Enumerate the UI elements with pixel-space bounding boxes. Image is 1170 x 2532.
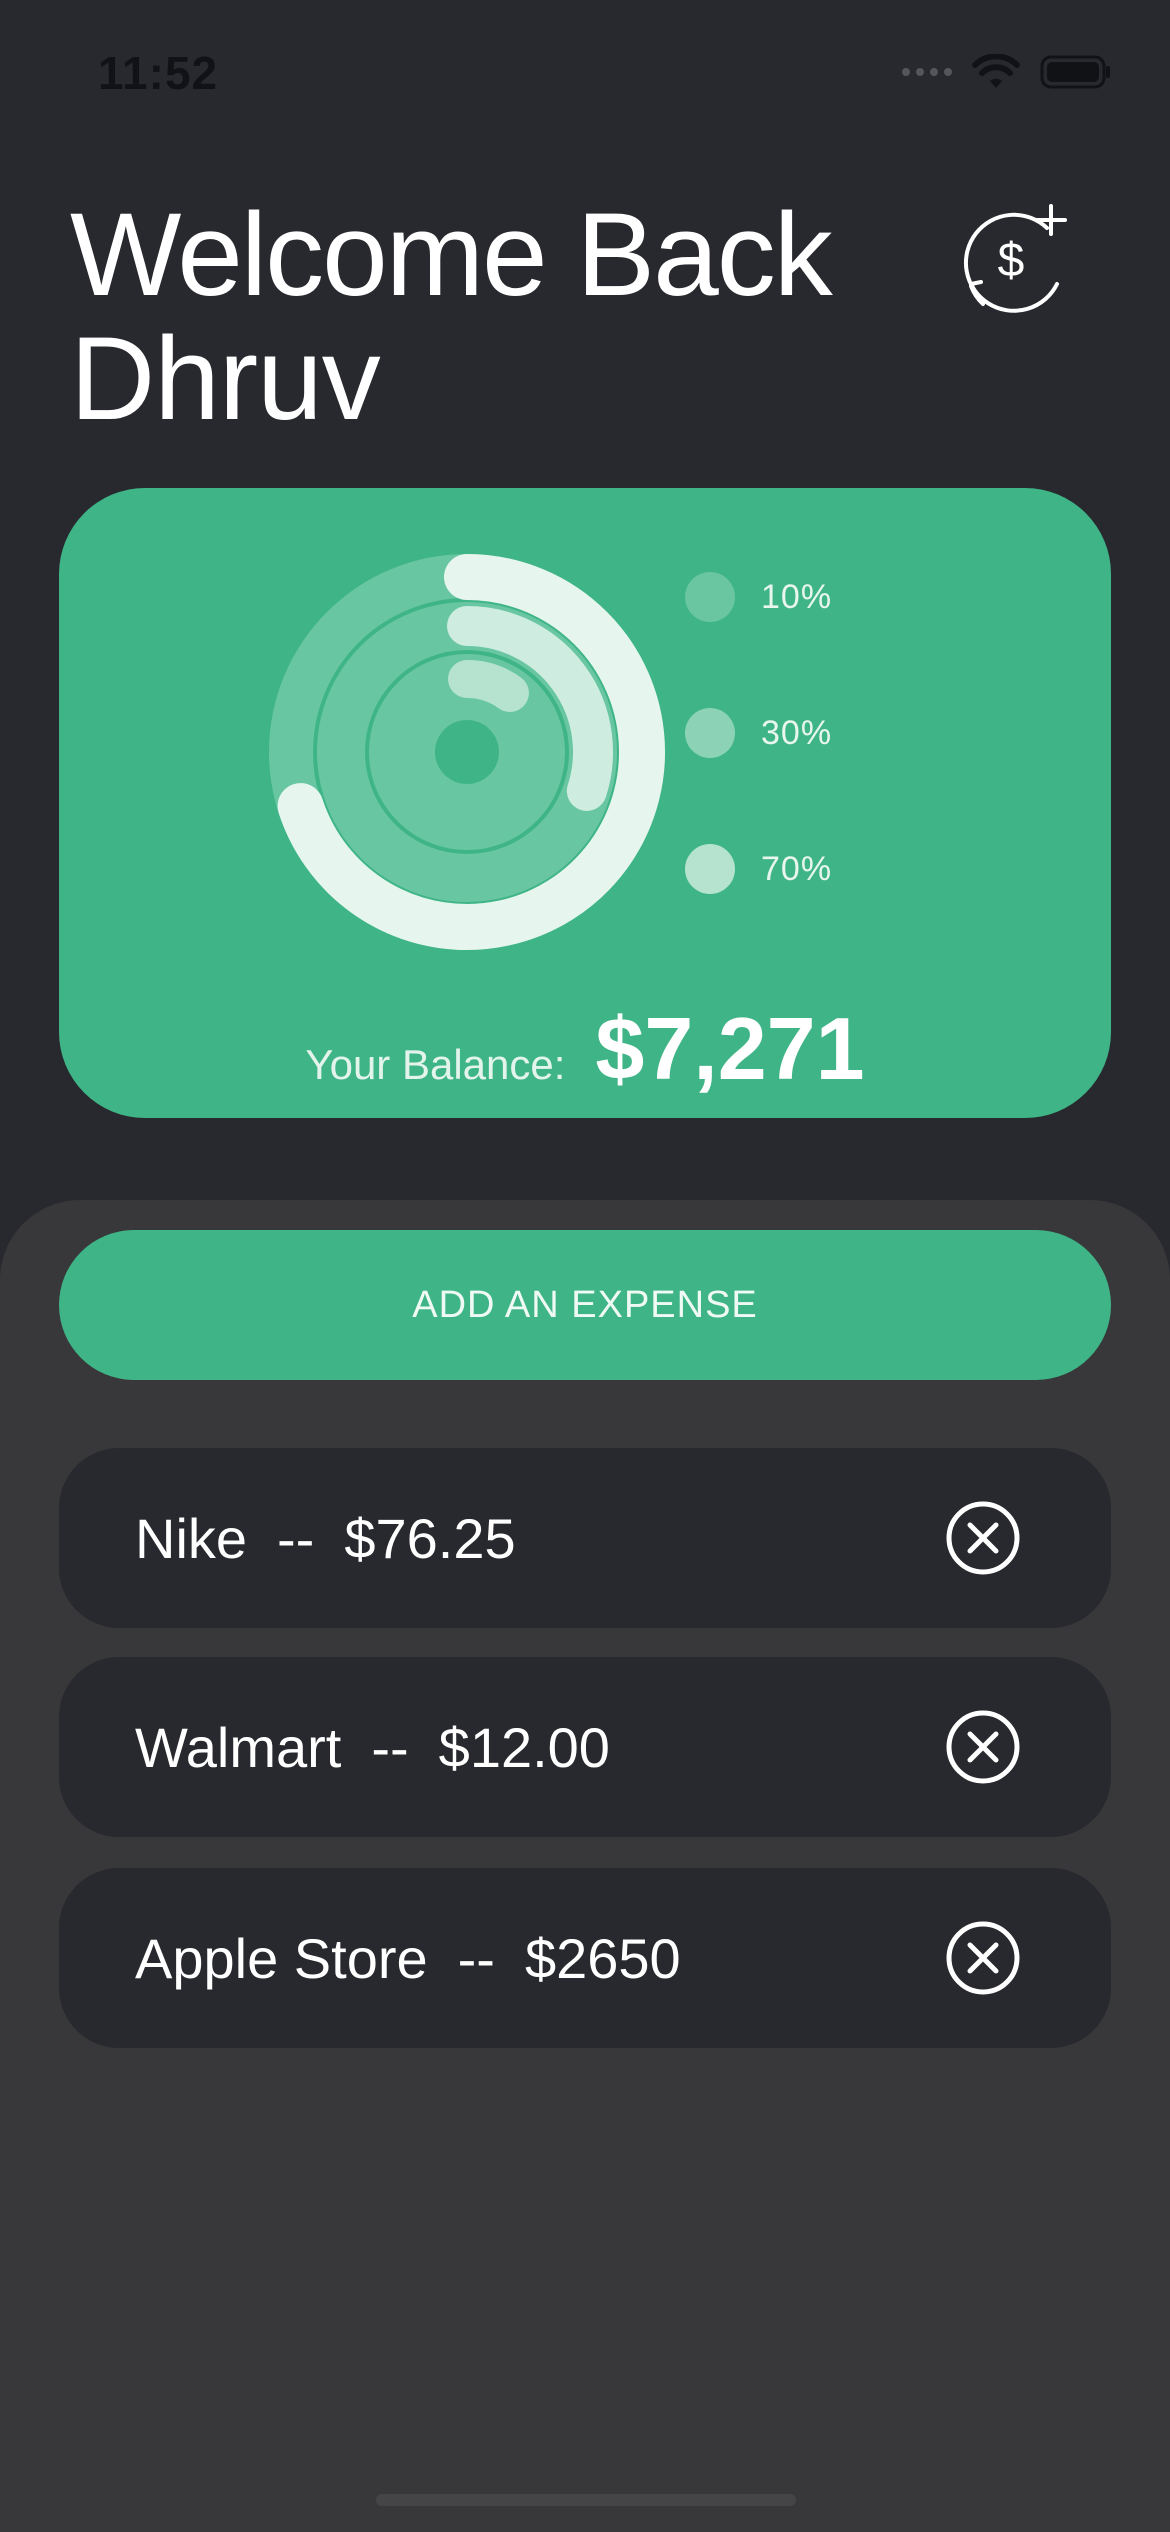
legend-dot bbox=[685, 844, 735, 894]
cellular-signal-icon bbox=[902, 68, 952, 76]
home-indicator[interactable] bbox=[376, 2494, 796, 2506]
legend-item-30: 30% bbox=[685, 708, 832, 758]
expense-name: Apple Store bbox=[135, 1926, 428, 1990]
remove-expense-button[interactable] bbox=[945, 1920, 1021, 1996]
expense-amount: $76.25 bbox=[344, 1506, 516, 1570]
legend-item-10: 10% bbox=[685, 572, 832, 622]
expense-name: Nike bbox=[135, 1506, 248, 1570]
ring-10-arc bbox=[448, 660, 529, 712]
expense-separator: -- bbox=[277, 1506, 315, 1570]
status-time: 11:52 bbox=[98, 47, 219, 99]
remove-expense-button[interactable] bbox=[945, 1709, 1021, 1785]
battery-icon bbox=[1040, 55, 1110, 89]
balance-label: Your Balance: bbox=[305, 1041, 566, 1088]
app-screen: 11:52 Welcome Back Dhruv $ 10% 30% 70% Y… bbox=[0, 0, 1170, 2532]
expense-separator: -- bbox=[457, 1926, 495, 1990]
welcome-title: Welcome Back bbox=[70, 189, 833, 321]
expense-amount: $12.00 bbox=[438, 1715, 610, 1779]
expense-text: Walmart -- $12.00 bbox=[135, 1657, 610, 1837]
balance-amount: $7,271 bbox=[595, 999, 865, 1098]
expense-text: Nike -- $76.25 bbox=[135, 1448, 516, 1628]
wifi-icon bbox=[972, 54, 1020, 88]
legend-item-70: 70% bbox=[685, 844, 832, 894]
remove-expense-button[interactable] bbox=[945, 1500, 1021, 1576]
balance-row: Your Balance: $7,271 bbox=[59, 998, 1111, 1100]
legend-dot bbox=[685, 572, 735, 622]
legend-label: 70% bbox=[761, 849, 833, 888]
expense-item: Nike -- $76.25 bbox=[59, 1448, 1111, 1628]
expense-separator: -- bbox=[371, 1715, 409, 1779]
balance-card: 10% 30% 70% Your Balance: $7,271 bbox=[59, 488, 1111, 1118]
expense-item: Walmart -- $12.00 bbox=[59, 1657, 1111, 1837]
expense-sheet: ADD AN EXPENSE Nike -- $76.25 Walmart --… bbox=[0, 1200, 1170, 2532]
currency-exchange-add-icon[interactable]: $ bbox=[955, 200, 1075, 320]
legend-dot bbox=[685, 708, 735, 758]
legend-label: 30% bbox=[761, 713, 833, 752]
svg-text:$: $ bbox=[998, 234, 1025, 287]
expense-amount: $2650 bbox=[524, 1926, 681, 1990]
add-expense-button[interactable]: ADD AN EXPENSE bbox=[59, 1230, 1111, 1380]
expense-name: Walmart bbox=[135, 1715, 342, 1779]
expense-item: Apple Store -- $2650 bbox=[59, 1868, 1111, 2048]
spending-rings-chart bbox=[269, 554, 665, 950]
rings-center-dot bbox=[435, 720, 499, 784]
legend-label: 10% bbox=[761, 577, 833, 616]
expense-text: Apple Store -- $2650 bbox=[135, 1868, 681, 2048]
status-icons bbox=[902, 54, 1112, 90]
status-bar: 11:52 bbox=[0, 0, 1170, 140]
user-name: Dhruv bbox=[70, 313, 381, 445]
